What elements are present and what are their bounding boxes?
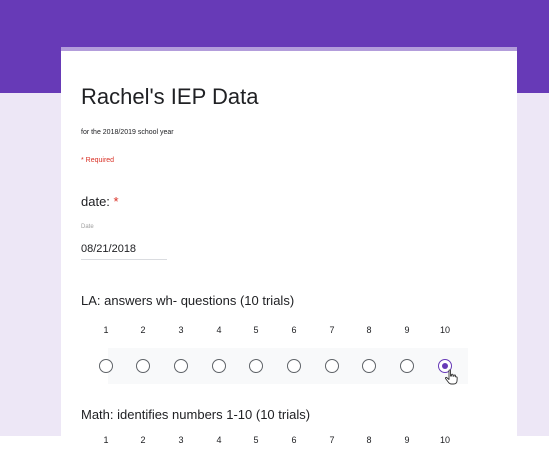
form-description: for the 2018/2019 school year [81, 129, 174, 136]
date-input[interactable] [81, 239, 167, 260]
la-scale-label-5: 5 [253, 325, 259, 335]
math-scale-label-1: 1 [103, 435, 109, 445]
la-scale-label-10: 10 [439, 325, 450, 335]
math-scale-label-3: 3 [178, 435, 184, 445]
math-scale-label-5: 5 [253, 435, 259, 445]
la-radio-1[interactable] [99, 359, 113, 373]
math-scale-label-7: 7 [329, 435, 335, 445]
date-field-caption: Date [81, 224, 94, 230]
la-radio-5[interactable] [249, 359, 263, 373]
math-scale-label-9: 9 [404, 435, 410, 445]
la-scale-label-4: 4 [216, 325, 222, 335]
required-note: * Required [81, 157, 115, 164]
la-radio-row [99, 348, 468, 384]
la-radio-9[interactable] [400, 359, 414, 373]
la-scale-label-7: 7 [329, 325, 335, 335]
question-la-label: LA: answers wh- questions (10 trials) [81, 293, 295, 308]
la-scale-label-2: 2 [140, 325, 146, 335]
question-date-text: date: [81, 194, 110, 209]
la-scale-label-6: 6 [291, 325, 297, 335]
question-date-label: date: * [81, 194, 119, 209]
form-title: Rachel's IEP Data [81, 84, 259, 109]
la-radio-8[interactable] [362, 359, 376, 373]
la-radio-3[interactable] [174, 359, 188, 373]
math-scale-label-6: 6 [291, 435, 297, 445]
la-scale-label-1: 1 [103, 325, 109, 335]
la-scale-label-9: 9 [404, 325, 410, 335]
la-radio-4[interactable] [212, 359, 226, 373]
question-math-label: Math: identifies numbers 1-10 (10 trials… [81, 407, 311, 422]
math-scale-labels: 1 2 3 4 5 6 7 8 9 10 [103, 435, 450, 449]
hand-pointer-icon [445, 369, 458, 385]
la-scale-label-3: 3 [178, 325, 184, 335]
la-scale-label-8: 8 [366, 325, 372, 335]
math-scale-label-4: 4 [216, 435, 222, 445]
math-scale-label-10: 10 [439, 435, 450, 445]
la-radio-6[interactable] [287, 359, 301, 373]
math-scale-label-8: 8 [366, 435, 372, 445]
la-radio-7[interactable] [325, 359, 339, 373]
required-star: * [113, 194, 119, 209]
math-scale-label-2: 2 [140, 435, 146, 445]
la-scale-labels: 1 2 3 4 5 6 7 8 9 10 [103, 325, 450, 339]
la-radio-2[interactable] [136, 359, 150, 373]
